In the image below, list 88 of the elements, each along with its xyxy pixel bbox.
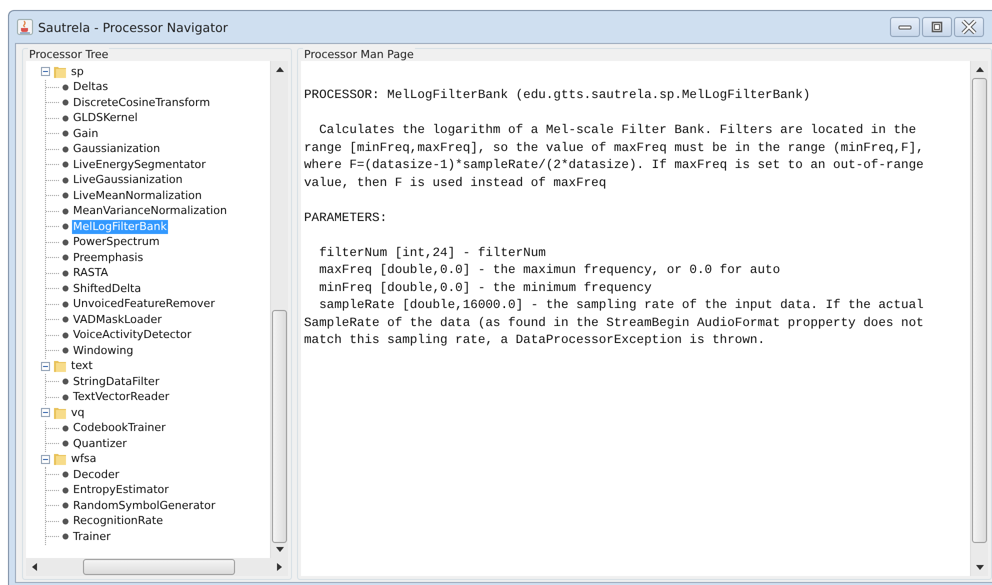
tree-item[interactable]: Quantizer (72, 436, 128, 451)
leaf-icon (62, 192, 69, 200)
tree-item[interactable]: DiscreteCosineTransform (72, 96, 212, 110)
leaf-icon (62, 270, 69, 277)
leaf-icon (62, 238, 69, 246)
man-page-paragraph: filterNum [int,24] - filterNum maxFreq [double,0.0] - the maximun frequency, or 0.0 for auto minFreq [double,0.0] - the minimum frequency sampleRate [double,16000.0] - the sampling rate of the input data. If the actual SampleRate of the data (as found in the StreamBegin AudioFormat propperty does not match this sampling rate, a DataProcessorException is thrown. (304, 244, 925, 349)
tree-item[interactable]: RecognitionRate (72, 514, 164, 528)
tree-item[interactable]: MeanVarianceNormalization (72, 204, 228, 218)
folder-icon (53, 64, 67, 79)
leaf-icon (62, 424, 69, 432)
tree-item[interactable]: Decoder (72, 468, 120, 482)
close-icon (961, 20, 977, 34)
leaf-icon (62, 347, 69, 354)
horizontal-scrollbar[interactable] (26, 558, 288, 576)
tree-folder[interactable]: vq (70, 406, 86, 420)
tree-item[interactable]: Deltas (72, 80, 110, 94)
leaf-icon (62, 378, 69, 386)
maximize-icon (931, 21, 943, 33)
leaf-icon (62, 440, 69, 448)
tree-item[interactable]: RandomSymbolGenerator (72, 498, 216, 513)
folder-icon (53, 406, 67, 420)
maximize-button[interactable] (922, 17, 952, 37)
leaf-icon (62, 471, 69, 478)
minimize-icon (898, 23, 912, 31)
collapse-icon[interactable] (41, 67, 50, 76)
tree-item[interactable]: LiveGaussianization (72, 173, 184, 188)
man-page-paragraph: PROCESSOR: MelLogFilterBank (edu.gtts.sautrela.sp.MelLogFilterBank) (304, 87, 812, 104)
leaf-icon (62, 518, 69, 525)
leaf-icon (62, 208, 69, 215)
vertical-scrollbar[interactable] (270, 61, 288, 558)
leaf-icon (62, 332, 69, 339)
leaf-icon (62, 114, 69, 122)
window-title: Sautrela - Processor Navigator (38, 20, 228, 34)
tree-item[interactable]: RASTA (72, 266, 110, 280)
scroll-left-icon[interactable] (32, 563, 37, 571)
leaf-icon (62, 146, 69, 153)
collapse-icon[interactable] (41, 362, 50, 371)
tree-item[interactable]: StringDataFilter (72, 374, 160, 389)
tree-folder[interactable]: text (70, 359, 94, 374)
scroll-up-icon[interactable] (976, 67, 984, 72)
tree-item[interactable]: ShiftedDelta (72, 282, 142, 296)
scroll-down-icon[interactable] (976, 565, 984, 570)
leaf-icon (62, 533, 69, 540)
leaf-icon (62, 84, 69, 91)
scroll-down-icon[interactable] (276, 547, 284, 552)
coffee-cup-icon (17, 19, 33, 35)
tree-item[interactable]: UnvoicedFeatureRemover (72, 297, 216, 312)
leaf-icon (62, 300, 69, 308)
leaf-icon (62, 130, 69, 138)
scroll-right-icon[interactable] (277, 563, 282, 571)
folder-icon (53, 452, 67, 466)
tree-item[interactable]: CodebookTrainer (72, 421, 167, 436)
folder-icon (53, 359, 67, 374)
tree-folder[interactable]: sp (70, 64, 85, 79)
leaf-icon (62, 486, 69, 494)
leaf-icon (62, 176, 69, 184)
man-page-paragraph: PARAMETERS: (304, 210, 388, 226)
scroll-up-icon[interactable] (276, 67, 284, 72)
vertical-scrollbar[interactable] (970, 61, 988, 576)
close-button[interactable] (954, 17, 984, 37)
collapse-icon[interactable] (41, 408, 50, 418)
leaf-icon (62, 99, 69, 106)
tree-item[interactable]: PowerSpectrum (72, 235, 161, 250)
tree-item[interactable]: VoiceActivityDetector (72, 328, 192, 342)
leaf-icon (62, 223, 69, 230)
tree-item[interactable]: Preemphasis (72, 250, 144, 265)
tree-item[interactable]: Gain (72, 126, 100, 141)
tree-item[interactable]: Gaussianization (72, 142, 162, 156)
collapse-icon[interactable] (41, 454, 50, 464)
tree-item[interactable]: EntropyEstimator (72, 483, 170, 498)
minimize-button[interactable] (890, 17, 920, 37)
man-page-paragraph: Calculates the logarithm of a Mel-scale Filter Bank. Filters are located in the range [minFreq,maxFreq], so the value of maxFreq must be in the range (minFreq,F], where F=(datasize-1)*sampleRate/(2*datasize). If maxFreq is set to an out-of-range value, then F is used instead of maxFreq (304, 122, 925, 192)
tree-item[interactable]: Windowing (72, 344, 134, 358)
tree-folder[interactable]: wfsa (70, 452, 98, 466)
tree-item[interactable]: VADMaskLoader (72, 312, 163, 327)
leaf-icon (62, 316, 69, 324)
panel-title: Processor Tree (28, 48, 110, 61)
tree-item[interactable]: GLDSKernel (72, 111, 139, 126)
leaf-icon (62, 161, 69, 168)
tree-item[interactable]: TextVectorReader (72, 390, 170, 404)
leaf-icon (62, 254, 69, 262)
leaf-icon (62, 285, 69, 292)
leaf-icon (62, 394, 69, 401)
tree-item[interactable]: Trainer (72, 530, 112, 544)
leaf-icon (62, 502, 69, 510)
panel-title: Processor Man Page (303, 48, 415, 61)
tree-item[interactable]: LiveEnergySegmentator (72, 158, 207, 172)
tree-item[interactable]: LiveMeanNormalization (72, 188, 203, 203)
